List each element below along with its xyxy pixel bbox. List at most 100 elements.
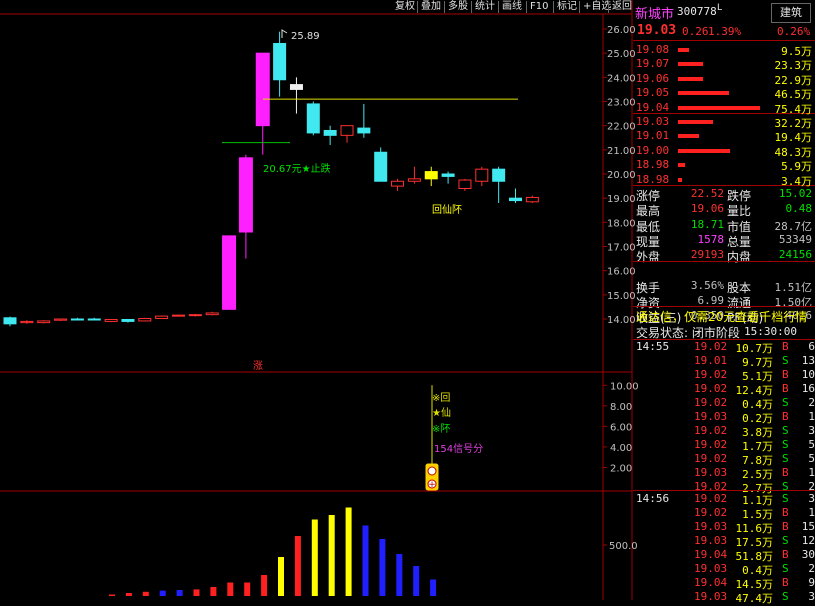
book-divider xyxy=(633,40,815,41)
volume-bar xyxy=(159,590,166,596)
signal-text: 154信号分 xyxy=(434,443,483,455)
toolbar-separator xyxy=(498,1,499,13)
stat-divider xyxy=(633,261,815,262)
book-volume-bar xyxy=(678,105,760,110)
stat-value: 1578 xyxy=(697,232,725,246)
book-price: 19.04 xyxy=(636,100,670,114)
candle-body xyxy=(509,197,522,202)
tick-price: 19.04 xyxy=(694,548,728,561)
book-price: 19.07 xyxy=(636,57,670,71)
tick-price: 19.03 xyxy=(694,466,728,479)
high-marker xyxy=(281,29,288,38)
price-axis-label: 25.00 xyxy=(607,49,636,60)
tick-side: B xyxy=(782,520,789,533)
price-change: 0.26 xyxy=(682,25,709,38)
stat-value: 22.52 xyxy=(690,187,724,200)
tick-side: S xyxy=(782,452,789,465)
book-volume-bar xyxy=(678,91,729,96)
volume-bar xyxy=(362,525,369,596)
toolbar-item[interactable]: 画线 xyxy=(499,0,525,14)
tick-price: 19.02 xyxy=(694,438,728,451)
tick-count: 2 xyxy=(808,562,815,575)
tick-count: 5 xyxy=(808,438,815,451)
tick-price: 19.03 xyxy=(694,534,728,547)
tick-price: 19.03 xyxy=(694,590,728,603)
notice-banner[interactable]: 通达信，仅需20元查看千档行情 xyxy=(636,308,807,325)
stat-value: 28.7亿 xyxy=(774,219,813,233)
tick-volume: 47.4万 xyxy=(735,592,774,605)
indicator-axis-label: 6.00 xyxy=(610,422,632,433)
tick-count: 2 xyxy=(808,396,815,409)
candle-body xyxy=(273,43,287,81)
tick-count: 5 xyxy=(808,452,815,465)
volume-bar xyxy=(278,557,284,596)
book-price: 19.03 xyxy=(636,115,670,128)
tick-count: 16 xyxy=(801,382,815,395)
indicator-axis-label: 2.00 xyxy=(610,463,632,474)
tick-count: 12 xyxy=(801,534,815,547)
tick-count: 9 xyxy=(808,576,815,589)
toolbar-item[interactable]: 叠加 xyxy=(418,0,444,14)
book-price: 19.06 xyxy=(636,71,670,85)
sector-change-pct: 0.26% xyxy=(777,25,811,38)
stat-value: 18.71 xyxy=(690,217,724,231)
candle-body xyxy=(340,125,354,136)
stat-value: 6.99 xyxy=(697,293,725,307)
tick-price: 19.02 xyxy=(694,396,728,409)
trade-status-time: 15:30:00 xyxy=(744,325,797,338)
toolbar-separator xyxy=(579,1,580,13)
tick-side: B xyxy=(782,410,789,423)
book-volume-bar xyxy=(678,163,685,168)
price-axis-label: 26.00 xyxy=(607,25,636,36)
volume-bar xyxy=(142,591,149,596)
tick-side: B xyxy=(782,576,789,589)
tick-price: 19.03 xyxy=(694,410,728,423)
price-axis-label: 24.00 xyxy=(607,73,636,84)
tick-side: S xyxy=(782,396,789,409)
tick-count: 1 xyxy=(808,410,815,423)
tick-count: 13 xyxy=(801,354,815,367)
sector-button[interactable]: 建筑 xyxy=(771,3,811,23)
high-price-label: 25.89 xyxy=(291,31,320,42)
tick-price: 19.02 xyxy=(694,492,728,505)
tick-count: 1 xyxy=(808,506,815,519)
candle-body xyxy=(407,178,421,182)
stat-label: 外盘 xyxy=(636,250,661,265)
volume-bar xyxy=(294,536,301,596)
candle-body xyxy=(458,179,472,190)
stat-value: 53349 xyxy=(778,232,812,246)
candle-body xyxy=(104,318,118,322)
signal-text: ★仙 xyxy=(432,406,451,419)
candle-body xyxy=(138,318,152,322)
toolbar-item[interactable]: 多股 xyxy=(445,0,471,14)
volume-bar xyxy=(109,594,115,596)
price-change-pct: 1.39% xyxy=(708,25,742,38)
price-axis-label: 20.00 xyxy=(607,170,636,181)
tick-time: 14:56 xyxy=(636,492,670,505)
toolbar-item[interactable]: F10 xyxy=(527,0,551,14)
volume-bar xyxy=(379,539,386,596)
volume-bar xyxy=(193,589,200,596)
candle-body xyxy=(357,127,371,134)
toolbar-item[interactable]: 统计 xyxy=(472,0,498,14)
candle-body xyxy=(391,180,405,187)
toolbar-item[interactable]: 返回 xyxy=(609,0,635,14)
candle-body xyxy=(205,312,219,316)
signal-text: ※阫 xyxy=(432,423,450,435)
volume-bar xyxy=(244,582,251,596)
price-axis-label: 15.00 xyxy=(607,291,636,302)
toolbar-separator xyxy=(553,1,554,13)
tick-side: S xyxy=(782,562,789,575)
stat-value: 29193 xyxy=(690,248,724,262)
toolbar-item[interactable]: 标记 xyxy=(554,0,580,14)
candle-body xyxy=(37,320,51,324)
stat-value: 19.06 xyxy=(690,202,724,216)
toolbar-item[interactable]: 复权 xyxy=(392,0,418,14)
tick-side: B xyxy=(782,506,789,519)
trade-status: 交易状态: 闭市阶段 xyxy=(636,326,740,340)
price-axis-label: 16.00 xyxy=(607,267,636,278)
volume-bar xyxy=(311,519,318,596)
indicator-axis-label: 10.00 xyxy=(610,381,639,392)
book-price: 19.01 xyxy=(636,129,670,143)
tick-count: 30 xyxy=(801,548,815,561)
